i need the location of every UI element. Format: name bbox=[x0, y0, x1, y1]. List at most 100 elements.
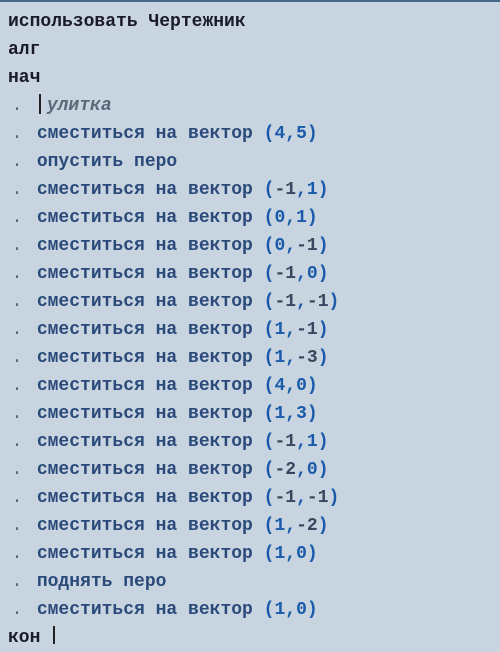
gutter-dot: . bbox=[8, 596, 26, 624]
paren-close: ) bbox=[329, 488, 340, 508]
cmd-move: сместиться на вектор bbox=[37, 348, 253, 368]
paren-open: ( bbox=[264, 348, 275, 368]
paren-open: ( bbox=[264, 404, 275, 424]
code-line: использовать Чертежник bbox=[8, 8, 492, 36]
gutter-dot: . bbox=[8, 316, 26, 344]
cmd-move: сместиться на вектор bbox=[37, 404, 253, 424]
number-literal: 4 bbox=[274, 124, 285, 144]
cmd-move: сместиться на вектор bbox=[37, 600, 253, 620]
code-line: . сместиться на вектор (1,-1) bbox=[8, 316, 492, 344]
number-literal: 1 bbox=[274, 544, 285, 564]
code-line: кон bbox=[8, 624, 492, 652]
code-line: . поднять перо bbox=[8, 568, 492, 596]
paren-open: ( bbox=[264, 124, 275, 144]
gutter-dot: . bbox=[8, 148, 26, 176]
code-line: . сместиться на вектор (-1,0) bbox=[8, 260, 492, 288]
paren-close: ) bbox=[318, 516, 329, 536]
comment-text: улитка bbox=[47, 96, 112, 116]
comma: , bbox=[285, 236, 296, 256]
cmd-move: сместиться на вектор bbox=[37, 264, 253, 284]
code-line: . сместиться на вектор (4,0) bbox=[8, 372, 492, 400]
number-literal: -1 bbox=[307, 292, 329, 312]
executor-name: Чертежник bbox=[148, 12, 245, 32]
number-literal: 3 bbox=[296, 404, 307, 424]
paren-close: ) bbox=[329, 292, 340, 312]
paren-open: ( bbox=[264, 180, 275, 200]
comma: , bbox=[285, 376, 296, 396]
cmd-move: сместиться на вектор bbox=[37, 460, 253, 480]
code-line: . опустить перо bbox=[8, 148, 492, 176]
gutter-dot: . bbox=[8, 540, 26, 568]
paren-close: ) bbox=[318, 432, 329, 452]
text-cursor bbox=[53, 626, 55, 644]
gutter-dot: . bbox=[8, 568, 26, 596]
paren-open: ( bbox=[264, 264, 275, 284]
comma: , bbox=[285, 208, 296, 228]
code-line: . сместиться на вектор (-1,-1) bbox=[8, 288, 492, 316]
code-line: . сместиться на вектор (1,3) bbox=[8, 400, 492, 428]
code-line: . сместиться на вектор (1,-2) bbox=[8, 512, 492, 540]
comma: , bbox=[285, 600, 296, 620]
number-literal: 0 bbox=[307, 460, 318, 480]
paren-close: ) bbox=[307, 544, 318, 564]
comma: , bbox=[296, 264, 307, 284]
comma: , bbox=[285, 348, 296, 368]
comma: , bbox=[285, 516, 296, 536]
keyword-alg: алг bbox=[8, 40, 40, 60]
gutter-dot: . bbox=[8, 428, 26, 456]
paren-open: ( bbox=[264, 292, 275, 312]
comma: , bbox=[296, 488, 307, 508]
paren-open: ( bbox=[264, 432, 275, 452]
cmd-pen-down: опустить перо bbox=[37, 152, 177, 172]
gutter-dot: . bbox=[8, 232, 26, 260]
cmd-move: сместиться на вектор bbox=[37, 376, 253, 396]
code-editor[interactable]: использовать Чертежникалгнач. улитка. см… bbox=[8, 8, 492, 652]
number-literal: 5 bbox=[296, 124, 307, 144]
gutter-dot: . bbox=[8, 372, 26, 400]
cmd-pen-up: поднять перо bbox=[37, 572, 167, 592]
gutter-dot: . bbox=[8, 176, 26, 204]
number-literal: -1 bbox=[296, 320, 318, 340]
paren-open: ( bbox=[264, 460, 275, 480]
cmd-move: сместиться на вектор bbox=[37, 516, 253, 536]
number-literal: 1 bbox=[274, 320, 285, 340]
code-line: . сместиться на вектор (-1,1) bbox=[8, 428, 492, 456]
number-literal: 1 bbox=[296, 208, 307, 228]
cmd-move: сместиться на вектор bbox=[37, 124, 253, 144]
comma: , bbox=[285, 544, 296, 564]
code-line: . сместиться на вектор (4,5) bbox=[8, 120, 492, 148]
keyword-use: использовать bbox=[8, 12, 138, 32]
number-literal: 4 bbox=[274, 376, 285, 396]
gutter-dot: . bbox=[8, 288, 26, 316]
cmd-move: сместиться на вектор bbox=[37, 208, 253, 228]
paren-close: ) bbox=[318, 180, 329, 200]
gutter-dot: . bbox=[8, 400, 26, 428]
gutter-dot: . bbox=[8, 204, 26, 232]
paren-close: ) bbox=[318, 320, 329, 340]
code-line: нач bbox=[8, 64, 492, 92]
paren-close: ) bbox=[318, 460, 329, 480]
paren-close: ) bbox=[318, 236, 329, 256]
gutter-dot: . bbox=[8, 484, 26, 512]
paren-close: ) bbox=[307, 404, 318, 424]
code-line: . сместиться на вектор (-1,-1) bbox=[8, 484, 492, 512]
code-line: . сместиться на вектор (-1,1) bbox=[8, 176, 492, 204]
paren-close: ) bbox=[307, 124, 318, 144]
cmd-move: сместиться на вектор bbox=[37, 432, 253, 452]
paren-open: ( bbox=[264, 376, 275, 396]
number-literal: -1 bbox=[274, 292, 296, 312]
comma: , bbox=[296, 460, 307, 480]
number-literal: 0 bbox=[274, 236, 285, 256]
paren-open: ( bbox=[264, 208, 275, 228]
number-literal: 0 bbox=[296, 544, 307, 564]
paren-open: ( bbox=[264, 544, 275, 564]
code-line: алг bbox=[8, 36, 492, 64]
paren-open: ( bbox=[264, 516, 275, 536]
code-line: . сместиться на вектор (0,1) bbox=[8, 204, 492, 232]
keyword-begin: нач bbox=[8, 68, 40, 88]
paren-close: ) bbox=[307, 208, 318, 228]
comma: , bbox=[285, 124, 296, 144]
gutter-dot: . bbox=[8, 260, 26, 288]
paren-open: ( bbox=[264, 320, 275, 340]
pipe-char bbox=[39, 94, 41, 114]
